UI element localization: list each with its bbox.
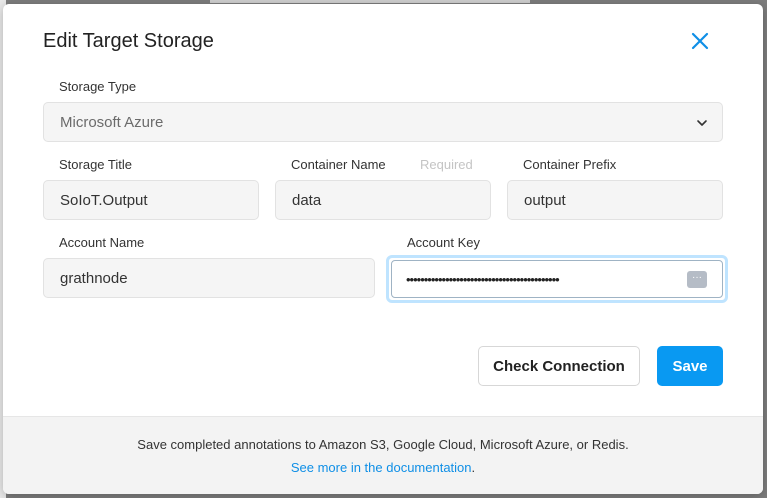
container-prefix-input[interactable]: output — [507, 180, 723, 220]
storage-type-label: Storage Type — [59, 79, 137, 94]
footer-link-suffix: . — [471, 460, 476, 475]
storage-type-value: Microsoft Azure — [60, 113, 164, 131]
container-name-required-hint: Required — [420, 157, 473, 172]
check-connection-button[interactable]: Check Connection — [478, 346, 640, 386]
container-name-label: Container Name — [291, 157, 386, 172]
container-name-input[interactable]: data — [275, 180, 491, 220]
footer-link-line: See more in the documentation. — [3, 460, 763, 475]
container-prefix-value: output — [524, 191, 566, 209]
storage-title-label: Storage Title — [59, 157, 132, 172]
documentation-link[interactable]: See more in the documentation — [291, 460, 472, 475]
account-key-input-focused[interactable]: ••••••••••••••••••••••••••••••••••••••••… — [386, 255, 728, 303]
footer-description: Save completed annotations to Amazon S3,… — [137, 437, 629, 452]
account-name-value: grathnode — [60, 269, 128, 287]
account-name-input[interactable]: grathnode — [43, 258, 375, 298]
close-icon[interactable] — [689, 30, 711, 52]
dialog-title: Edit Target Storage — [43, 30, 214, 52]
storage-type-select[interactable]: Microsoft Azure — [43, 102, 723, 142]
edit-target-storage-dialog: Edit Target Storage Storage Type Microso… — [3, 4, 763, 494]
chevron-down-icon — [696, 116, 708, 128]
account-name-label: Account Name — [59, 235, 145, 250]
dialog-footer: Save completed annotations to Amazon S3,… — [3, 416, 763, 494]
storage-title-input[interactable]: SoIoT.Output — [43, 180, 259, 220]
password-manager-icon[interactable]: ··· — [687, 271, 707, 288]
save-button[interactable]: Save — [657, 346, 723, 386]
container-prefix-label: Container Prefix — [523, 157, 617, 172]
container-name-value: data — [292, 191, 322, 209]
storage-title-value: SoIoT.Output — [60, 191, 148, 209]
account-key-input[interactable]: ••••••••••••••••••••••••••••••••••••••••… — [391, 260, 723, 298]
background-page-topline — [210, 0, 530, 3]
account-key-label: Account Key — [407, 235, 480, 250]
account-key-masked-value: ••••••••••••••••••••••••••••••••••••••••… — [406, 271, 560, 287]
